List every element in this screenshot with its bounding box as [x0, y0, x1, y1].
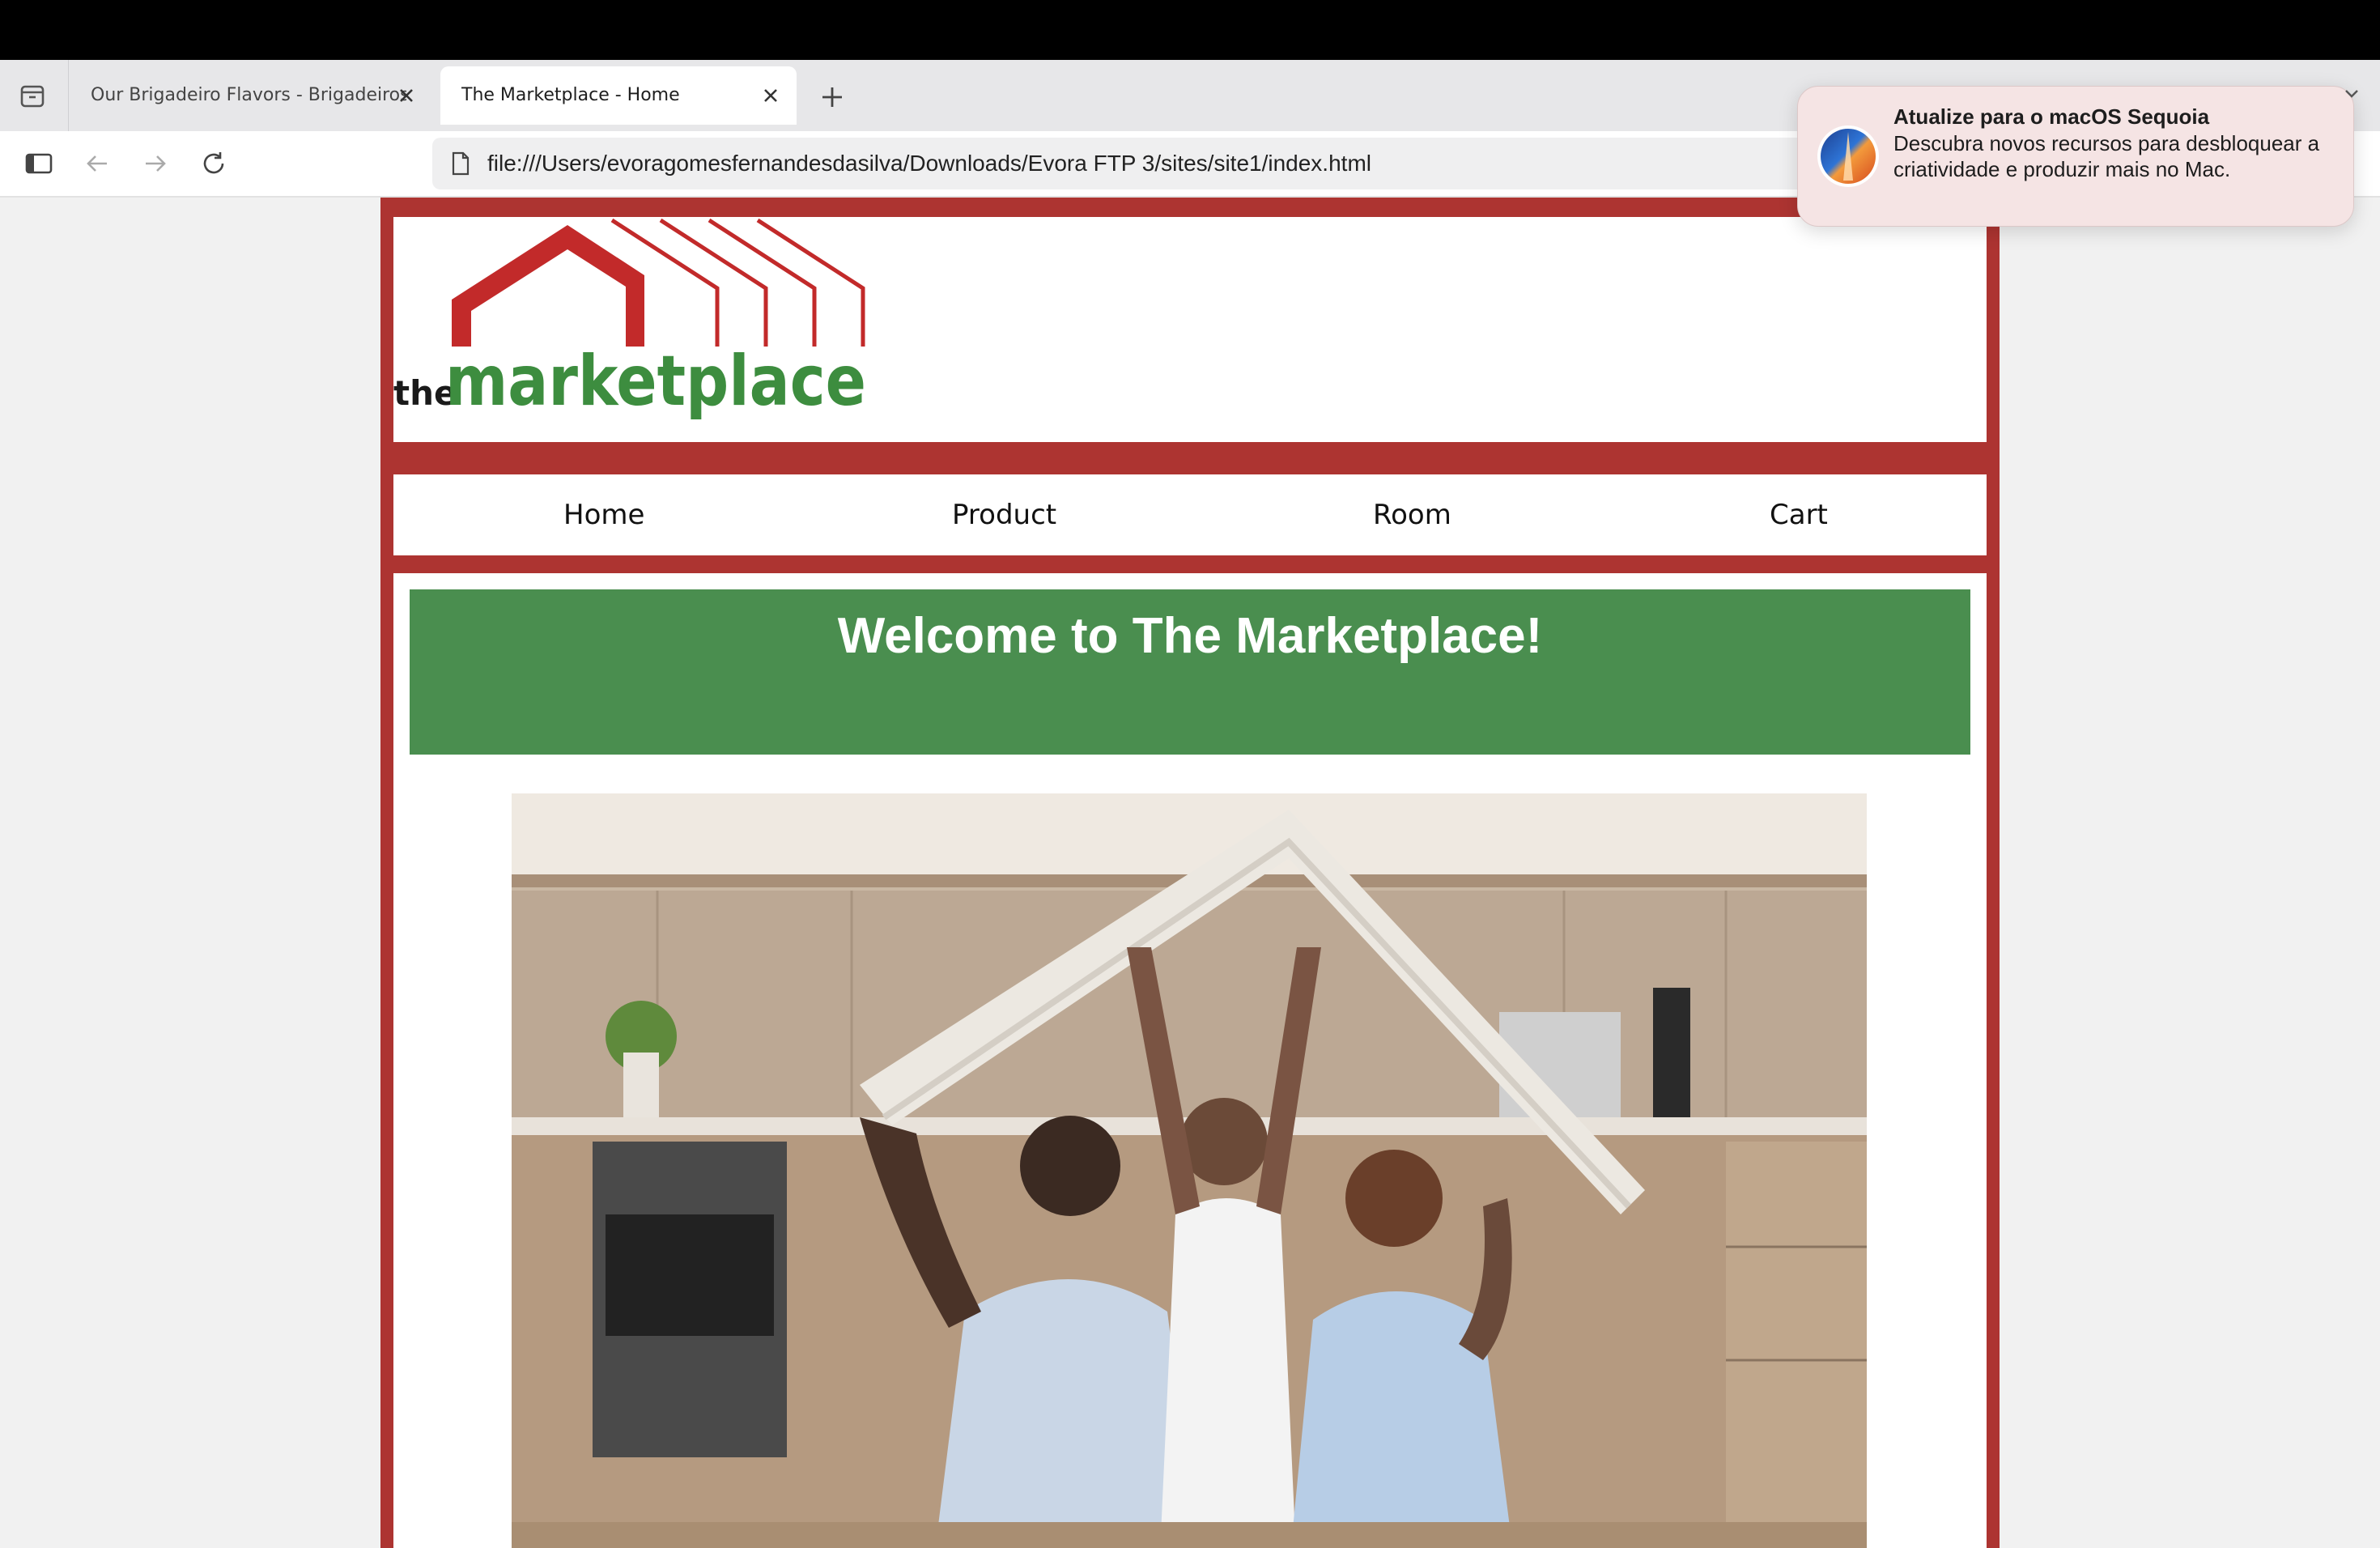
nav-cart[interactable]: Cart [1770, 474, 1828, 555]
site-frame: the marketplace Home Product Room Cart W… [380, 198, 2000, 1548]
nav-product[interactable]: Product [952, 474, 1056, 555]
welcome-banner: Welcome to The Marketplace! [410, 589, 1970, 755]
nav-home[interactable]: Home [563, 474, 644, 555]
tab-marketplace-home[interactable]: The Marketplace - Home [440, 66, 797, 125]
chevron-down-icon[interactable] [2343, 84, 2361, 102]
notification-body: Descubra novos recursos para desbloquear… [1893, 131, 2320, 181]
reload-icon[interactable] [198, 147, 230, 180]
tab-brigadeiros[interactable]: Our Brigadeiro Flavors - Brigadeiros [70, 66, 426, 125]
welcome-heading: Welcome to The Marketplace! [837, 608, 1543, 664]
tab-overview-icon[interactable] [16, 79, 49, 112]
notification-title: Atualize para o macOS Sequoia [1893, 104, 2210, 129]
back-icon[interactable] [81, 147, 113, 180]
marketplace-logo[interactable]: the marketplace [393, 217, 912, 442]
sidebar-icon[interactable] [23, 147, 55, 180]
site-nav: Home Product Room Cart [393, 474, 1987, 555]
new-tab-icon[interactable] [818, 83, 847, 112]
hero-photo [512, 793, 1867, 1548]
tab-divider [68, 60, 69, 131]
nav-room[interactable]: Room [1373, 474, 1451, 555]
site-header: the marketplace [393, 217, 1987, 442]
close-icon[interactable] [759, 84, 782, 107]
logo-marketplace-text: marketplace [445, 341, 866, 422]
address-text: file:///Users/evoragomesfernandesdasilva… [487, 151, 1371, 176]
page-viewport: the marketplace Home Product Room Cart W… [0, 198, 2380, 1548]
close-icon[interactable] [395, 84, 418, 107]
document-icon [452, 151, 470, 176]
main-content: Welcome to The Marketplace! [393, 573, 1987, 1548]
system-notification[interactable]: Atualize para o macOS Sequoia Descubra n… [1797, 86, 2354, 227]
forward-icon[interactable] [139, 147, 172, 180]
tab-label: Our Brigadeiro Flavors - Brigadeiros [91, 85, 406, 105]
menu-bar [0, 0, 2380, 60]
tab-label: The Marketplace - Home [461, 85, 680, 105]
macos-sequoia-icon [1817, 125, 1879, 187]
